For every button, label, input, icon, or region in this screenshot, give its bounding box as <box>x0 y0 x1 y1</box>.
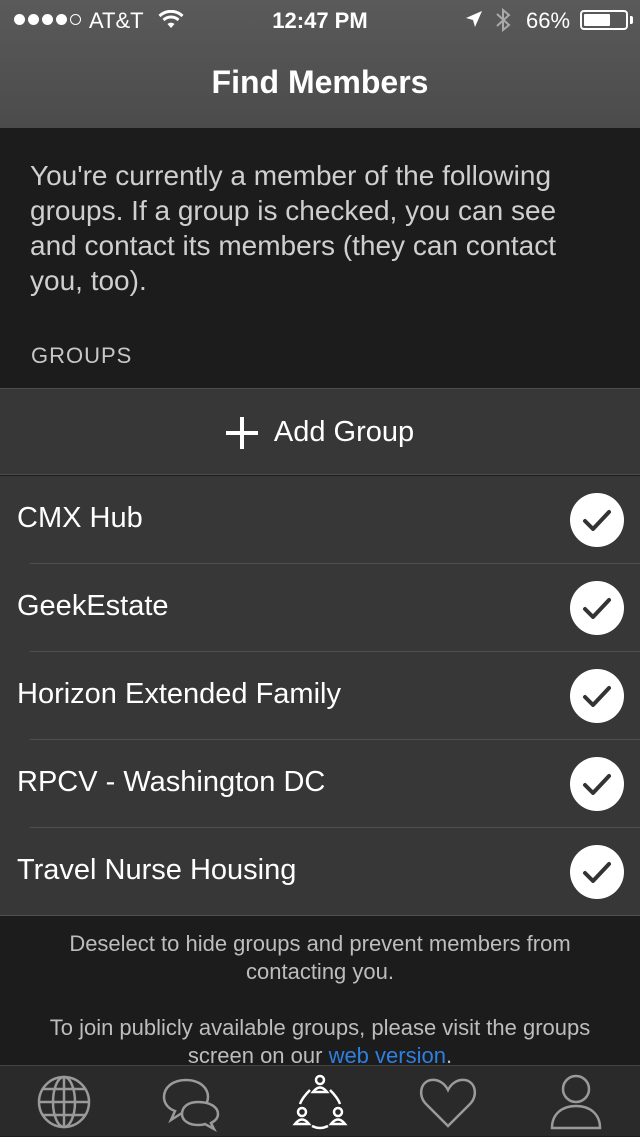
checkmark-icon[interactable] <box>570 581 624 635</box>
join-note: To join publicly available groups, pleas… <box>40 1014 600 1070</box>
group-row[interactable]: CMX Hub <box>0 476 640 564</box>
page-title: Find Members <box>211 64 429 100</box>
group-row[interactable]: RPCV - Washington DC <box>0 740 640 828</box>
status-bar: AT&T 12:47 PM 66% <box>0 0 640 40</box>
checkmark-icon[interactable] <box>570 845 624 899</box>
battery-tip <box>630 16 633 24</box>
group-label: Horizon Extended Family <box>17 678 341 710</box>
tab-bar <box>0 1065 640 1136</box>
group-list: CMX Hub GeekEstate Horizon Extended Fami… <box>0 476 640 916</box>
intro-text: You're currently a member of the followi… <box>30 160 557 296</box>
group-row[interactable]: Horizon Extended Family <box>0 652 640 740</box>
group-network-icon[interactable] <box>288 1072 352 1132</box>
group-row[interactable]: GeekEstate <box>0 564 640 652</box>
group-label: GeekEstate <box>17 590 169 622</box>
add-group-button[interactable]: Add Group <box>0 388 640 475</box>
battery-icon <box>580 10 628 30</box>
join-note-text: To join publicly available groups, pleas… <box>49 1015 591 1068</box>
bluetooth-icon <box>494 7 512 39</box>
group-label: CMX Hub <box>17 502 143 534</box>
battery-percent: 66% <box>526 8 571 33</box>
chat-bubbles-icon[interactable] <box>160 1072 224 1133</box>
location-arrow-icon <box>464 9 484 35</box>
add-group-label: Add Group <box>273 416 415 448</box>
globe-icon[interactable] <box>32 1072 96 1132</box>
group-row[interactable]: Travel Nurse Housing <box>0 828 640 916</box>
checkmark-icon[interactable] <box>570 757 624 811</box>
group-label: RPCV - Washington DC <box>17 766 326 798</box>
navigation-bar: AT&T 12:47 PM 66% Find Members <box>0 0 640 128</box>
plus-icon <box>225 416 258 449</box>
person-icon[interactable] <box>544 1072 608 1132</box>
checkmark-icon[interactable] <box>570 669 624 723</box>
checkmark-icon[interactable] <box>570 493 624 547</box>
heart-icon[interactable] <box>416 1072 480 1132</box>
group-label: Travel Nurse Housing <box>17 854 297 886</box>
groups-section-header: GROUPS <box>31 343 133 368</box>
deselect-note: Deselect to hide groups and prevent memb… <box>69 931 571 984</box>
